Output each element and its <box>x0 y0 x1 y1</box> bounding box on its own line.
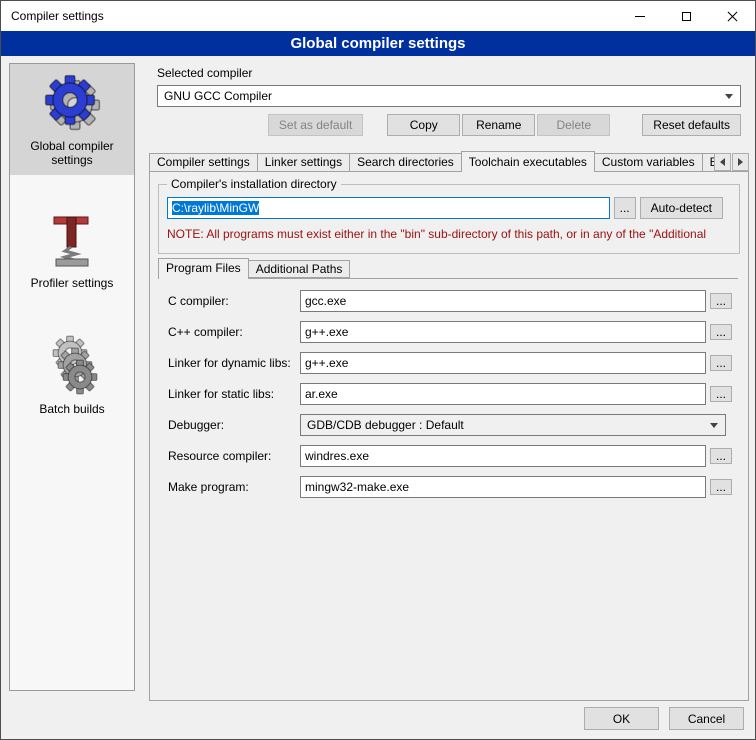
tabs-clip: Compiler settings Linker settings Search… <box>149 150 715 172</box>
maximize-icon <box>682 12 691 21</box>
resource-compiler-row: Resource compiler: windres.exe ... <box>168 445 732 467</box>
settings-tabstrip: Compiler settings Linker settings Search… <box>149 150 749 172</box>
installation-directory-input[interactable]: C:\raylib\MinGW <box>167 197 610 219</box>
bin-subdirectory-note: NOTE: All programs must exist either in … <box>167 227 737 241</box>
static-linker-row: Linker for static libs: ar.exe ... <box>168 383 732 405</box>
minimize-icon <box>635 16 645 17</box>
titlebar[interactable]: Compiler settings <box>1 1 755 31</box>
debugger-label: Debugger: <box>168 418 300 432</box>
browse-button[interactable]: ... <box>614 197 636 219</box>
tab-linker-settings[interactable]: Linker settings <box>257 153 350 172</box>
browse-button[interactable]: ... <box>710 386 732 402</box>
subtab-additional-paths[interactable]: Additional Paths <box>248 260 351 278</box>
installation-directory-group: Compiler's installation directory C:\ray… <box>158 184 740 254</box>
installation-directory-value: C:\raylib\MinGW <box>172 201 259 215</box>
c-compiler-row: C compiler: gcc.exe ... <box>168 290 732 312</box>
sidebar-item-profiler-settings[interactable]: Profiler settings <box>10 201 134 297</box>
chevron-down-icon <box>725 94 733 99</box>
browse-button[interactable]: ... <box>710 448 732 464</box>
reset-defaults-button[interactable]: Reset defaults <box>642 114 741 136</box>
cpp-compiler-row: C++ compiler: g++.exe ... <box>168 321 732 343</box>
c-compiler-label: C compiler: <box>168 294 300 308</box>
installation-directory-row: C:\raylib\MinGW ... Auto-detect <box>167 197 723 219</box>
close-button[interactable] <box>709 1 755 31</box>
cpp-compiler-input[interactable]: g++.exe <box>300 321 706 343</box>
delete-button[interactable]: Delete <box>537 114 610 136</box>
installation-directory-group-title: Compiler's installation directory <box>167 177 341 191</box>
maximize-button[interactable] <box>663 1 709 31</box>
left-arrow-icon <box>720 158 725 166</box>
tab-scroll-right-button[interactable] <box>732 153 749 171</box>
compiler-settings-window: Compiler settings Global compiler settin… <box>0 0 756 740</box>
dynamic-linker-label: Linker for dynamic libs: <box>168 356 300 370</box>
debugger-select[interactable]: GDB/CDB debugger : Default <box>300 414 726 436</box>
tab-compiler-settings[interactable]: Compiler settings <box>149 153 258 172</box>
chevron-down-icon <box>710 423 718 428</box>
window-title: Compiler settings <box>1 9 104 23</box>
program-files-form: C compiler: gcc.exe ... C++ compiler: g+… <box>168 290 732 507</box>
make-program-label: Make program: <box>168 480 300 494</box>
debugger-row: Debugger: GDB/CDB debugger : Default <box>168 414 732 436</box>
profiler-icon <box>42 209 102 269</box>
selected-compiler-label: Selected compiler <box>157 66 252 80</box>
cpp-compiler-label: C++ compiler: <box>168 325 300 339</box>
dialog-banner: Global compiler settings <box>1 31 755 56</box>
make-program-row: Make program: mingw32-make.exe ... <box>168 476 732 498</box>
tab-custom-variables[interactable]: Custom variables <box>594 153 703 172</box>
rename-button[interactable]: Rename <box>462 114 535 136</box>
sidebar-item-label: Global compiler settings <box>12 139 132 168</box>
compiler-select-value: GNU GCC Compiler <box>164 89 272 103</box>
sidebar-item-global-compiler-settings[interactable]: Global compiler settings <box>10 64 134 175</box>
browse-button[interactable]: ... <box>710 324 732 340</box>
compiler-actions: Set as default Copy Rename Delete Reset … <box>157 114 741 136</box>
cancel-button[interactable]: Cancel <box>669 707 744 730</box>
tab-scroll-buttons <box>713 153 749 171</box>
close-icon <box>727 11 738 22</box>
c-compiler-input[interactable]: gcc.exe <box>300 290 706 312</box>
browse-button[interactable]: ... <box>710 479 732 495</box>
browse-button[interactable]: ... <box>710 355 732 371</box>
subtab-program-files[interactable]: Program Files <box>158 258 249 279</box>
compiler-select[interactable]: GNU GCC Compiler <box>157 85 741 107</box>
dynamic-linker-input[interactable]: g++.exe <box>300 352 706 374</box>
blue-gear-icon <box>42 72 102 132</box>
copy-button[interactable]: Copy <box>387 114 460 136</box>
dialog-content: Global compiler settings Profiler settin… <box>1 56 755 739</box>
resource-compiler-label: Resource compiler: <box>168 449 300 463</box>
resource-compiler-input[interactable]: windres.exe <box>300 445 706 467</box>
tab-scroll-left-button[interactable] <box>714 153 731 171</box>
gray-gears-icon <box>42 335 102 395</box>
window-controls <box>617 1 755 31</box>
dialog-footer: OK Cancel <box>584 707 744 730</box>
settings-category-list: Global compiler settings Profiler settin… <box>9 63 135 691</box>
sidebar-item-label: Profiler settings <box>12 276 132 290</box>
right-arrow-icon <box>738 158 743 166</box>
tab-search-directories[interactable]: Search directories <box>349 153 462 172</box>
static-linker-input[interactable]: ar.exe <box>300 383 706 405</box>
tab-toolchain-executables[interactable]: Toolchain executables <box>461 151 595 172</box>
make-program-input[interactable]: mingw32-make.exe <box>300 476 706 498</box>
dynamic-linker-row: Linker for dynamic libs: g++.exe ... <box>168 352 732 374</box>
minimize-button[interactable] <box>617 1 663 31</box>
sidebar-item-batch-builds[interactable]: Batch builds <box>10 327 134 423</box>
set-as-default-button[interactable]: Set as default <box>268 114 363 136</box>
program-files-tabstrip: Program Files Additional Paths <box>158 258 738 279</box>
browse-button[interactable]: ... <box>710 293 732 309</box>
toolchain-executables-page: Compiler's installation directory C:\ray… <box>149 171 749 701</box>
static-linker-label: Linker for static libs: <box>168 387 300 401</box>
debugger-select-value: GDB/CDB debugger : Default <box>307 418 464 432</box>
auto-detect-button[interactable]: Auto-detect <box>640 197 723 219</box>
sidebar-item-label: Batch builds <box>12 402 132 416</box>
ok-button[interactable]: OK <box>584 707 659 730</box>
